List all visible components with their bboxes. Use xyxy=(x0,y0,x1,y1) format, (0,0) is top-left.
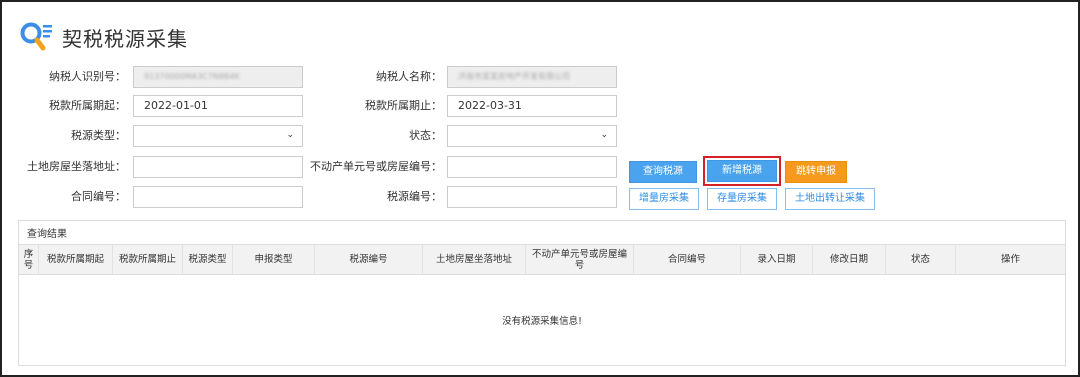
land-address-input[interactable] xyxy=(133,156,303,178)
column-header: 状态 xyxy=(886,245,956,274)
taxpayer-id-field: 91370000MA3C7N8B4K xyxy=(133,66,303,88)
contract-no-label: 合同编号： xyxy=(71,190,126,203)
incremental-house-button[interactable]: 增量房采集 xyxy=(629,188,699,210)
chevron-down-icon: ⌄ xyxy=(600,130,608,140)
column-header: 税款所属期止 xyxy=(113,245,183,274)
period-start-label: 税款所属期起： xyxy=(49,99,126,112)
property-unit-input[interactable] xyxy=(447,156,617,178)
column-header: 修改日期 xyxy=(813,245,886,274)
taxpayer-name-field: 济南市某某房地产开发有限公司 xyxy=(447,66,617,88)
column-header: 操作 xyxy=(1000,254,1020,265)
column-header: 录入日期 xyxy=(741,245,813,274)
results-title: 查询结果 xyxy=(27,229,67,240)
taxpayer-id-label: 纳税人识别号： xyxy=(49,70,126,83)
chevron-down-icon: ⌄ xyxy=(286,130,294,140)
column-header: 序号 xyxy=(19,245,39,274)
empty-results-message: 没有税源采集信息! xyxy=(502,316,582,327)
land-address-label: 土地房屋坐落地址： xyxy=(27,160,126,173)
page-title: 契税税源采集 xyxy=(62,26,188,51)
source-type-select[interactable]: ⌄ xyxy=(133,125,303,147)
land-transfer-button[interactable]: 土地出转让采集 xyxy=(785,188,875,210)
period-start-input[interactable]: 2022-01-01 xyxy=(133,95,303,117)
property-unit-label: 不动产单元号或房屋编号： xyxy=(310,160,442,173)
results-panel: 查询结果 序号 税款所属期起 税款所属期止 税源类型 申报类型 税源编号 土地房… xyxy=(18,220,1066,366)
results-table-header: 序号 税款所属期起 税款所属期止 税源类型 申报类型 税源编号 土地房屋坐落地址… xyxy=(19,244,1065,275)
column-header: 合同编号 xyxy=(634,245,741,274)
taxpayer-name-label: 纳税人名称： xyxy=(376,70,442,83)
status-select[interactable]: ⌄ xyxy=(447,125,617,147)
source-no-label: 税源编号： xyxy=(387,190,442,203)
column-header: 税源类型 xyxy=(183,245,233,274)
status-label: 状态： xyxy=(409,129,442,142)
contract-no-input[interactable] xyxy=(133,186,303,208)
main-window: 契税税源采集 纳税人识别号： 91370000MA3C7N8B4K 纳税人名称：… xyxy=(0,0,1080,377)
search-document-icon xyxy=(20,21,54,53)
column-header: 申报类型 xyxy=(233,245,315,274)
column-header: 税源编号 xyxy=(315,245,423,274)
period-end-label: 税款所属期止： xyxy=(365,99,442,112)
column-header: 土地房屋坐落地址 xyxy=(423,245,526,274)
jump-declare-button[interactable]: 跳转申报 xyxy=(785,161,847,183)
existing-house-button[interactable]: 存量房采集 xyxy=(707,188,777,210)
highlight-box xyxy=(703,156,781,186)
column-header: 税款所属期起 xyxy=(39,245,113,274)
column-header: 不动产单元号或房屋编号 xyxy=(526,245,634,274)
source-type-label: 税源类型： xyxy=(71,129,126,142)
query-source-button[interactable]: 查询税源 xyxy=(629,161,697,183)
page-header: 契税税源采集 xyxy=(20,20,188,54)
source-no-input[interactable] xyxy=(447,186,617,208)
period-end-input[interactable]: 2022-03-31 xyxy=(447,95,617,117)
